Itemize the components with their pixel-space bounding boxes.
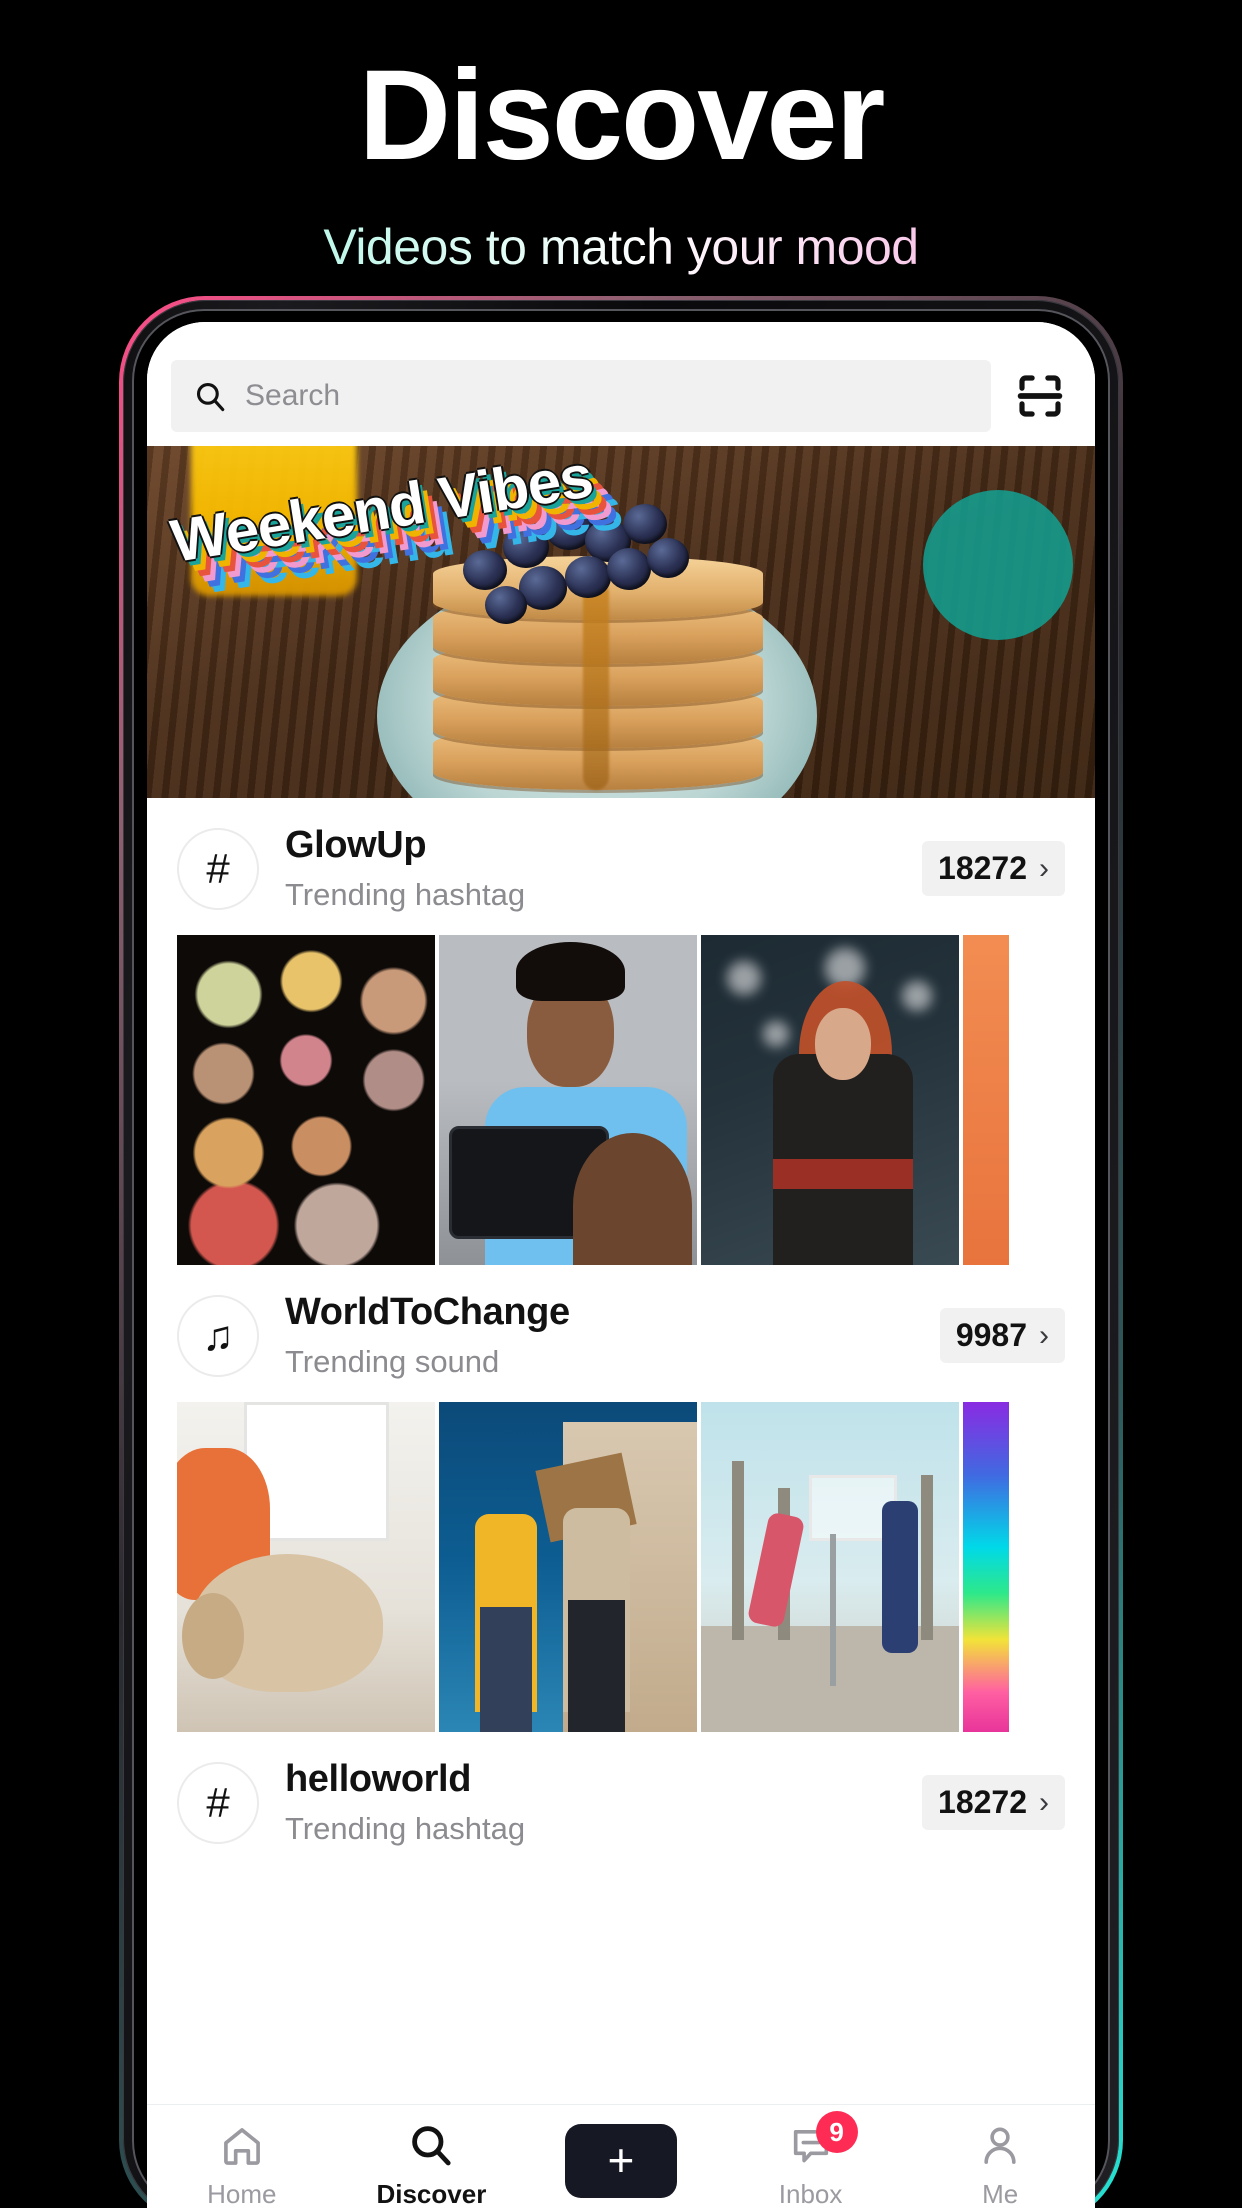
- nav-item-discover[interactable]: Discover: [337, 2121, 527, 2208]
- plus-glyph: +: [607, 2134, 635, 2187]
- trend-count-pill[interactable]: 18272 ›: [922, 1775, 1065, 1830]
- message-icon: 9: [788, 2111, 858, 2169]
- person-icon: [977, 2121, 1023, 2169]
- trend-name: WorldToChange: [285, 1291, 570, 1333]
- nav-label-discover: Discover: [376, 2179, 487, 2208]
- screenshot-root: Discover Videos to match your mood Searc…: [0, 0, 1242, 2208]
- nav-label-home: Home: [207, 2179, 277, 2208]
- page-title: Discover: [358, 44, 886, 187]
- chevron-right-icon: ›: [1039, 1785, 1049, 1819]
- trend-name: helloworld: [285, 1758, 472, 1800]
- thumbnail-red-hair-portrait[interactable]: [701, 935, 959, 1265]
- trend-name: GlowUp: [285, 824, 427, 866]
- thumbnail-eyeshadow-palette[interactable]: [177, 935, 435, 1265]
- nav-label-inbox: Inbox: [778, 2179, 843, 2208]
- trend-count: 18272: [938, 850, 1027, 886]
- music-note-icon: ♫: [177, 1294, 259, 1377]
- bottom-navigation: Home Discover + 9 Inbox Me: [147, 2104, 1095, 2208]
- trend-icon-glyph: #: [206, 1778, 230, 1826]
- thumbnail-partial[interactable]: [963, 935, 1009, 1265]
- trend-meta: WorldToChange Trending sound: [285, 1291, 914, 1380]
- featured-banner[interactable]: Weekend Vibes: [147, 446, 1095, 798]
- create-button[interactable]: +: [555, 2123, 686, 2198]
- trend-count: 9987: [955, 1317, 1027, 1353]
- trend-meta: GlowUp Trending hashtag: [285, 824, 896, 913]
- trend-row[interactable]: ♫ WorldToChange Trending sound 9987 ›: [147, 1265, 1095, 1402]
- nav-item-home[interactable]: Home: [147, 2121, 337, 2208]
- plus-icon[interactable]: +: [555, 2123, 686, 2198]
- nav-item-create[interactable]: +: [526, 2123, 716, 2208]
- inbox-badge: 9: [815, 2111, 858, 2153]
- search-icon: [193, 379, 227, 413]
- search-placeholder: Search: [245, 379, 341, 412]
- home-icon: [219, 2121, 265, 2169]
- trend-meta: helloworld Trending hashtag: [285, 1758, 896, 1847]
- trend-subtitle: Trending sound: [285, 1344, 500, 1379]
- nav-item-inbox[interactable]: 9 Inbox: [716, 2111, 906, 2208]
- trend-count-pill[interactable]: 9987 ›: [939, 1308, 1065, 1363]
- search-icon: [407, 2121, 455, 2169]
- phone-mockup: Search Weekend Vibes # GlowUp Trending h…: [119, 296, 1123, 2208]
- search-input[interactable]: Search: [171, 360, 991, 432]
- thumbnail-beach-basketball[interactable]: [701, 1402, 959, 1732]
- search-bar: Search: [147, 322, 1095, 446]
- thumbnail-strip[interactable]: [147, 1402, 1095, 1732]
- trend-icon-glyph: #: [206, 844, 230, 892]
- chevron-right-icon: ›: [1039, 851, 1049, 885]
- thumbnail-partial[interactable]: [963, 1402, 1009, 1732]
- hashtag-icon: #: [177, 1761, 259, 1844]
- trend-icon-glyph: ♫: [202, 1311, 234, 1359]
- thumbnail-protest-couple[interactable]: [439, 1402, 697, 1732]
- hero-subtitle: Videos to match your mood: [0, 218, 1242, 276]
- trend-count-pill[interactable]: 18272 ›: [922, 841, 1065, 896]
- thumbnail-makeup-artist[interactable]: [439, 935, 697, 1265]
- phone-screen: Search Weekend Vibes # GlowUp Trending h…: [147, 322, 1095, 2208]
- hashtag-icon: #: [177, 827, 259, 910]
- hero-section: Discover Videos to match your mood: [0, 0, 1242, 276]
- nav-item-me[interactable]: Me: [905, 2121, 1095, 2208]
- scan-frame-icon[interactable]: [1009, 365, 1071, 427]
- trend-subtitle: Trending hashtag: [285, 877, 526, 912]
- trend-subtitle: Trending hashtag: [285, 1811, 526, 1846]
- trend-row[interactable]: # GlowUp Trending hashtag 18272 ›: [147, 798, 1095, 935]
- thumbnail-dog-on-floor[interactable]: [177, 1402, 435, 1732]
- nav-label-me: Me: [982, 2179, 1019, 2208]
- chevron-right-icon: ›: [1039, 1318, 1049, 1352]
- thumbnail-strip[interactable]: [147, 935, 1095, 1265]
- trend-count: 18272: [938, 1784, 1027, 1820]
- trend-row[interactable]: # helloworld Trending hashtag 18272 ›: [147, 1732, 1095, 1869]
